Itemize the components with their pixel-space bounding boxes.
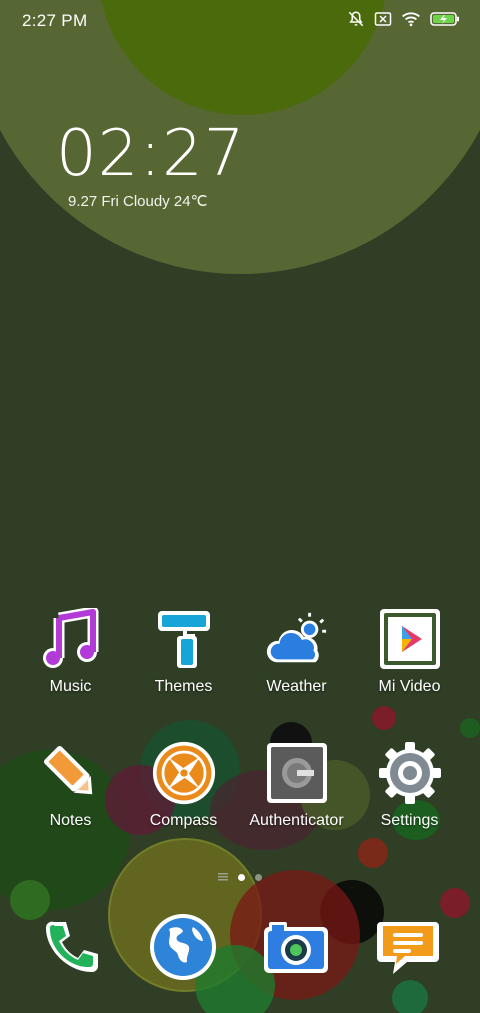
status-bar: 2:27 PM (0, 0, 480, 44)
clock-widget[interactable]: 02:27 9.27 Fri Cloudy 24℃ (56, 118, 245, 210)
app-label: Mi Video (378, 678, 441, 695)
dock-camera[interactable] (261, 912, 331, 982)
app-music[interactable]: Music (14, 607, 127, 696)
wifi-icon (402, 12, 420, 27)
dock-phone[interactable] (36, 912, 106, 982)
app-authenticator[interactable]: Authenticator (240, 741, 353, 830)
gear-icon (378, 741, 442, 805)
app-themes[interactable]: Themes (127, 607, 240, 696)
phone-icon (45, 921, 98, 972)
app-label: Notes (49, 812, 92, 829)
app-settings[interactable]: Settings (353, 741, 466, 830)
app-label: Compass (149, 812, 218, 829)
page-dot-active[interactable] (238, 873, 245, 881)
paint-roller-icon (152, 607, 216, 671)
authenticator-icon (265, 741, 329, 805)
dock-messages[interactable] (373, 912, 443, 982)
app-label: Music (49, 678, 92, 695)
cloud-sun-icon (265, 607, 329, 671)
dock-browser[interactable] (148, 912, 218, 982)
notifications-off-icon (348, 11, 364, 27)
music-note-icon (39, 607, 103, 671)
app-label: Themes (154, 678, 213, 695)
app-compass[interactable]: Compass (127, 741, 240, 830)
globe-icon (150, 914, 216, 980)
battery-charging-icon (430, 12, 459, 26)
status-icons (347, 10, 460, 28)
app-notes[interactable]: Notes (14, 741, 127, 830)
app-mi-video[interactable]: Mi Video (353, 607, 466, 696)
weather-line: 9.27 Fri Cloudy 24℃ (68, 193, 208, 210)
play-icon (378, 607, 442, 671)
clock-time: 02:27 (56, 117, 246, 191)
camera-icon (264, 922, 328, 973)
menu-lines-icon (218, 873, 228, 881)
page-dot[interactable] (255, 873, 262, 881)
app-label: Settings (380, 812, 439, 829)
pencil-icon (39, 741, 103, 805)
app-weather[interactable]: Weather (240, 607, 353, 696)
page-indicator[interactable] (218, 873, 262, 881)
message-icon (377, 922, 439, 974)
app-label: Weather (266, 678, 327, 695)
status-time: 2:27 PM (22, 11, 88, 30)
compass-icon (152, 741, 216, 805)
app-label: Authenticator (249, 812, 344, 829)
no-sim-icon (374, 12, 392, 26)
